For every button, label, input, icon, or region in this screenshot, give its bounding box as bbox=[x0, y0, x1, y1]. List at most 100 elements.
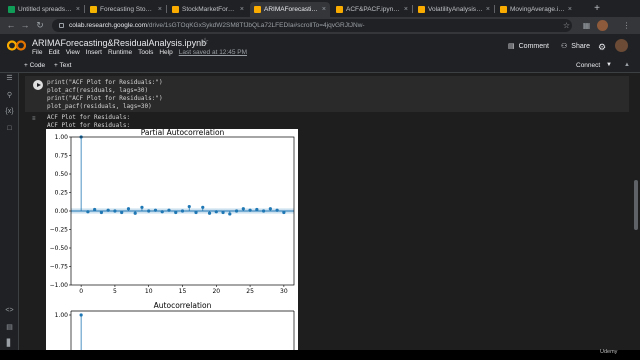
tab-favicon-icon bbox=[90, 6, 97, 13]
notebook-area: print("ACF Plot for Residuals:") plot_ac… bbox=[19, 73, 640, 360]
collapse-icon[interactable]: ▲ bbox=[624, 62, 630, 68]
close-icon[interactable]: × bbox=[322, 6, 326, 13]
code-snippets-icon[interactable]: <> bbox=[4, 305, 15, 316]
url-host: colab.research.google.com bbox=[69, 22, 148, 29]
menu-item-insert[interactable]: Insert bbox=[86, 49, 102, 56]
browser-tab[interactable]: Untitled spreadsheet × bbox=[4, 2, 84, 17]
browser-tab[interactable]: ACF&PACF.ipynb - Co× bbox=[332, 2, 412, 17]
pacf-point bbox=[187, 204, 191, 209]
tab-favicon-icon bbox=[254, 6, 261, 13]
run-cell-button[interactable] bbox=[33, 80, 43, 90]
y-tick-label: 0.50 bbox=[55, 171, 69, 178]
pacf-point bbox=[248, 208, 252, 212]
tab-separator bbox=[84, 5, 85, 13]
comment-icon: ▤ bbox=[508, 43, 515, 50]
menu-item-view[interactable]: View bbox=[66, 49, 80, 56]
scrollbar[interactable] bbox=[634, 180, 638, 230]
pacf-point bbox=[93, 207, 97, 212]
star-icon[interactable]: ☆ bbox=[201, 36, 209, 47]
code-line: print("ACF Plot for Residuals:") bbox=[47, 79, 163, 86]
menu-item-edit[interactable]: Edit bbox=[48, 49, 59, 56]
close-icon[interactable]: × bbox=[486, 6, 490, 13]
plot-output: Partial Autocorrelation 1.00 0.75 0.50 0.25 0… bbox=[46, 129, 298, 360]
code-cell[interactable]: print("ACF Plot for Residuals:") plot_ac… bbox=[25, 76, 629, 112]
new-tab-button[interactable]: + bbox=[591, 2, 603, 15]
browser-menu-icon[interactable]: ⋮ bbox=[620, 17, 633, 34]
browser-tab[interactable]: StockMarketForecasti× bbox=[168, 2, 248, 17]
browser-tab-strip: Untitled spreadsheet×Forecasting Stock P… bbox=[0, 0, 640, 17]
variables-icon[interactable]: {x} bbox=[4, 106, 15, 117]
add-text-button[interactable]: + Text bbox=[54, 62, 71, 69]
menu-item-file[interactable]: File bbox=[32, 49, 42, 56]
y-tick-label: 0.25 bbox=[55, 190, 69, 197]
avatar[interactable] bbox=[615, 39, 628, 52]
notebook-title[interactable]: ARIMAForecasting&ResidualAnalysis.ipynb bbox=[32, 38, 206, 48]
profile-avatar[interactable] bbox=[597, 20, 608, 31]
colab-header: ARIMAForecasting&ResidualAnalysis.ipynb … bbox=[0, 34, 640, 60]
comment-label: Comment bbox=[518, 42, 549, 50]
code-line: plot_pacf(residuals, lags=30) bbox=[47, 103, 152, 110]
browser-tab[interactable]: MovingAverage.ipynb× bbox=[496, 2, 576, 17]
pacf-point bbox=[261, 209, 266, 213]
cell-output: ≡ ACF Plot for Residuals: ACF Plot for R… bbox=[19, 114, 640, 360]
menu-item-runtime[interactable]: Runtime bbox=[108, 49, 132, 56]
close-icon[interactable]: × bbox=[240, 6, 244, 13]
forward-icon[interactable]: → bbox=[18, 17, 32, 34]
close-icon[interactable]: × bbox=[404, 6, 408, 13]
address-bar[interactable]: colab.research.google.com /drive/1sGTOqK… bbox=[52, 19, 572, 32]
terminal-icon[interactable]: ▋ bbox=[4, 338, 15, 349]
colab-logo-icon[interactable] bbox=[7, 40, 26, 51]
colab-toolbar: + Code + Text Connect ▼ ▲ bbox=[0, 60, 640, 73]
back-icon[interactable]: ← bbox=[4, 17, 18, 34]
pacf-point bbox=[194, 210, 198, 215]
folder-icon[interactable]: □ bbox=[4, 123, 15, 134]
search-icon[interactable]: ⚲ bbox=[4, 90, 15, 101]
pacf-point bbox=[275, 208, 279, 212]
tab-title: MovingAverage.ipynb bbox=[510, 6, 565, 13]
url-path: /drive/1sGTOqKGxSykdW2SM8TfJbQLa72LFEDIa… bbox=[147, 22, 365, 29]
close-icon[interactable]: × bbox=[158, 6, 162, 13]
menu-item-tools[interactable]: Tools bbox=[138, 49, 153, 56]
x-tick-label: 5 bbox=[113, 288, 117, 295]
close-icon[interactable]: × bbox=[76, 6, 80, 13]
chevron-down-icon[interactable]: ▼ bbox=[606, 62, 612, 68]
close-icon[interactable]: × bbox=[568, 6, 572, 13]
add-code-button[interactable]: + Code bbox=[24, 62, 45, 69]
chart-title: Autocorrelation bbox=[154, 301, 212, 310]
browser-tab[interactable]: VolatilityAnalysis.ipyn× bbox=[414, 2, 494, 17]
x-tick-label: 15 bbox=[179, 288, 187, 295]
tab-separator bbox=[494, 5, 495, 13]
browser-tab[interactable]: ARIMAForecasting&R× bbox=[250, 2, 330, 17]
gear-icon[interactable]: ⚙ bbox=[598, 42, 606, 53]
last-saved-link[interactable]: Last saved at 12:45 PM bbox=[179, 49, 247, 56]
tab-favicon-icon bbox=[336, 6, 343, 13]
pacf-point bbox=[207, 211, 212, 215]
pacf-point bbox=[113, 209, 117, 213]
menu-item-help[interactable]: Help bbox=[159, 49, 172, 56]
pacf-point bbox=[180, 209, 185, 213]
code-line: print("ACF Plot for Residuals:") bbox=[47, 95, 163, 102]
tab-favicon-icon bbox=[172, 6, 179, 13]
y-tick-label: 0.00 bbox=[55, 208, 69, 215]
y-tick-label: −1.00 bbox=[50, 282, 69, 289]
lock-icon bbox=[59, 23, 64, 28]
bookmark-star-icon[interactable]: ☆ bbox=[560, 17, 573, 34]
y-tick-label: −0.50 bbox=[50, 245, 69, 252]
pacf-point bbox=[241, 207, 245, 211]
menu-icon[interactable]: ☰ bbox=[4, 73, 15, 84]
menu-bar: File Edit View Insert Runtime Tools Help Last s… bbox=[32, 49, 253, 56]
browser-tab[interactable]: Forecasting Stock Pric× bbox=[86, 2, 166, 17]
tab-title: StockMarketForecasti bbox=[182, 6, 237, 13]
command-palette-icon[interactable]: ▤ bbox=[4, 322, 15, 333]
acf-pacf-figure: Partial Autocorrelation 1.00 0.75 0.50 0.25 0… bbox=[50, 129, 295, 360]
reload-icon[interactable]: ↻ bbox=[33, 17, 47, 34]
y-tick-label: 1.00 bbox=[55, 134, 69, 141]
comment-button[interactable]: ▤ Comment bbox=[508, 42, 549, 51]
y-tick-label: −0.25 bbox=[50, 227, 69, 234]
extensions-icon[interactable]: ▦ bbox=[580, 17, 593, 34]
connect-button[interactable]: Connect bbox=[576, 62, 600, 69]
share-button[interactable]: ⚇ Share bbox=[561, 42, 590, 51]
output-menu-icon[interactable]: ≡ bbox=[32, 116, 36, 122]
pacf-point bbox=[221, 210, 225, 215]
pacf-point bbox=[140, 205, 144, 209]
